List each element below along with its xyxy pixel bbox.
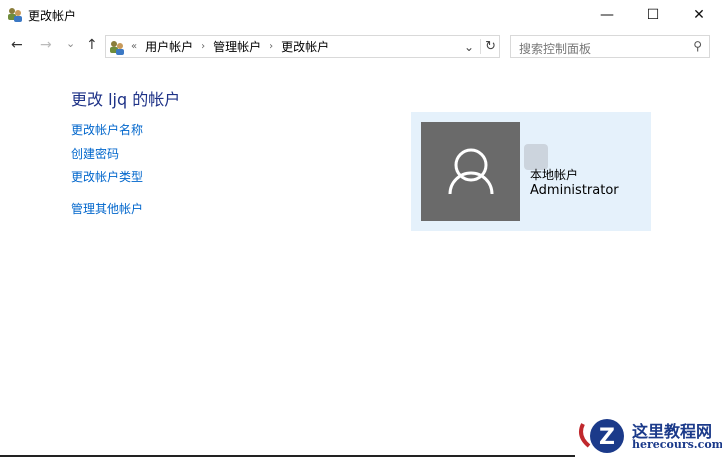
watermark-url: herecours.com: [632, 438, 722, 451]
user-accounts-icon: [8, 8, 22, 22]
watermark: Z 这里教程网 herecours.com: [575, 412, 722, 458]
watermark-logo-icon: Z: [579, 419, 624, 453]
forward-button[interactable]: →: [40, 37, 52, 53]
close-button[interactable]: ✕: [676, 0, 722, 30]
account-card: 本地帐户 Administrator: [411, 112, 651, 231]
search-input[interactable]: 搜索控制面板 ⚲: [510, 35, 710, 58]
account-type: 本地帐户: [530, 168, 579, 182]
breadcrumb-manage-accounts[interactable]: 管理帐户: [213, 38, 261, 55]
refresh-button[interactable]: ↻: [480, 39, 496, 54]
title-bar: 更改帐户 — ☐ ✕: [0, 0, 722, 30]
maximize-button[interactable]: ☐: [630, 0, 676, 30]
up-button[interactable]: ↑: [86, 37, 98, 53]
svg-text:Z: Z: [599, 425, 615, 450]
account-group: Administrator: [530, 183, 619, 198]
minimize-button[interactable]: —: [584, 0, 630, 30]
address-dropdown-button[interactable]: ⌄: [464, 40, 474, 54]
breadcrumb-separator[interactable]: ›: [269, 41, 273, 52]
breadcrumb-change-account[interactable]: 更改帐户: [281, 38, 329, 55]
change-account-type-link[interactable]: 更改帐户类型: [71, 168, 143, 185]
breadcrumb-user-accounts[interactable]: 用户帐户: [145, 38, 193, 55]
recent-locations-button[interactable]: ⌄: [66, 37, 75, 50]
page-title: 更改 ljq 的帐户: [71, 90, 181, 109]
overflow-chevron[interactable]: «: [131, 41, 137, 52]
user-accounts-icon: [110, 40, 124, 55]
search-icon[interactable]: ⚲: [693, 39, 702, 53]
change-account-name-link[interactable]: 更改帐户名称: [71, 121, 143, 138]
address-bar[interactable]: « 用户帐户 › 管理帐户 › 更改帐户 ⌄ ↻: [105, 35, 500, 58]
manage-other-accounts-link[interactable]: 管理其他帐户: [71, 200, 143, 217]
breadcrumb-separator[interactable]: ›: [201, 41, 205, 52]
taskbar-edge: [0, 455, 575, 457]
avatar: [421, 122, 520, 221]
back-button[interactable]: ←: [11, 37, 23, 53]
user-icon: [448, 148, 494, 195]
search-placeholder: 搜索控制面板: [519, 42, 592, 56]
create-password-link[interactable]: 创建密码: [71, 145, 119, 162]
window-title: 更改帐户: [28, 9, 77, 23]
